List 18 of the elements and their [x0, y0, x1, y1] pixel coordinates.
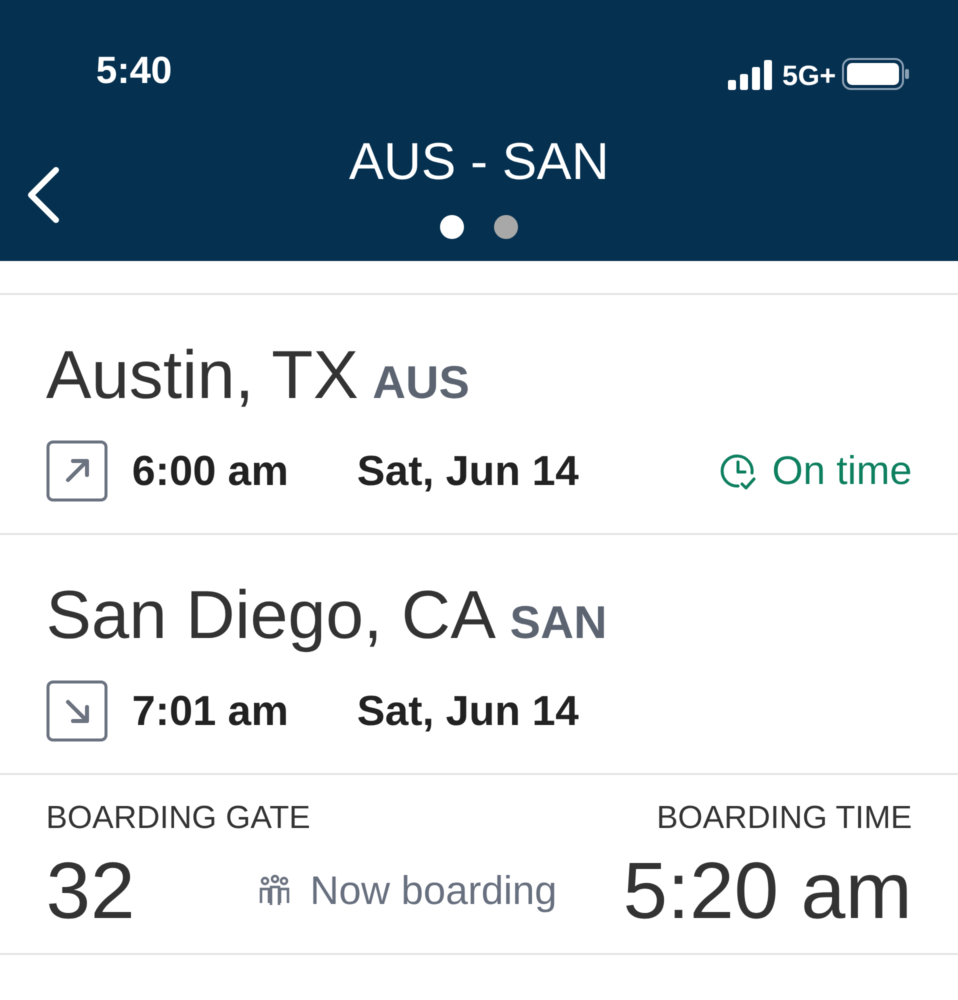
boarding-status: Now boarding — [310, 871, 557, 911]
status-label: On time — [772, 451, 912, 491]
flight-date: Sat, Jun 14 — [357, 690, 579, 732]
battery-icon — [842, 58, 910, 90]
time-label: BOARDING TIME — [656, 801, 912, 833]
gate-number: 32 — [46, 851, 136, 931]
clock-time: 5:40 — [96, 52, 172, 90]
boarding-time: 5:20 am — [622, 851, 912, 931]
city-name: Austin, TX — [46, 341, 358, 409]
back-icon[interactable] — [26, 166, 60, 224]
flight-date: Sat, Jun 14 — [357, 450, 579, 492]
flight-time: 6:00 am — [132, 450, 290, 492]
airport-code: AUS — [372, 359, 470, 405]
route-title: AUS - SAN — [348, 136, 610, 188]
airport-code: SAN — [510, 599, 607, 645]
network-label: 5G+ — [782, 62, 836, 90]
gate-label: BOARDING GATE — [46, 801, 310, 833]
flight-time: 7:01 am — [132, 690, 290, 732]
